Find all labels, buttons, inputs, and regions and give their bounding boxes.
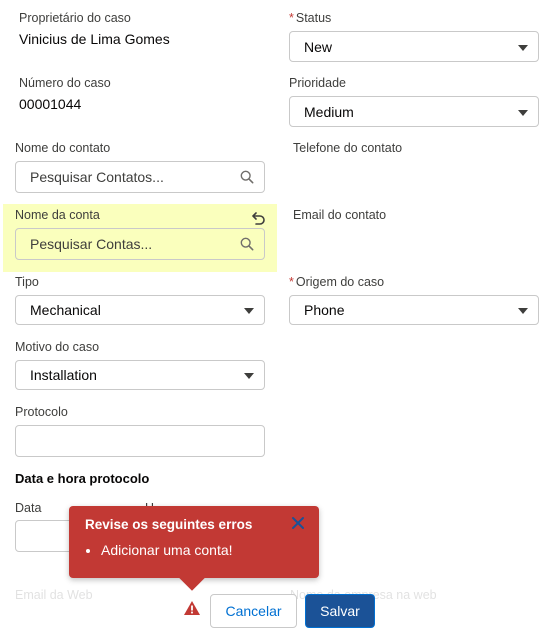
error-popover-title: Revise os seguintes erros	[85, 517, 253, 532]
case-reason-select-value: Installation	[30, 367, 97, 383]
priority-label: Prioridade	[289, 76, 346, 90]
case-origin-select[interactable]: Phone	[289, 295, 539, 325]
case-number-label: Número do caso	[19, 76, 111, 90]
close-icon[interactable]	[291, 516, 305, 530]
case-reason-label: Motivo do caso	[15, 340, 100, 354]
contact-email-label: Email do contato	[293, 208, 387, 222]
date-label: Data	[15, 501, 42, 515]
popover-nub	[179, 565, 205, 591]
date-input[interactable]	[15, 520, 75, 552]
warning-icon[interactable]	[183, 600, 201, 616]
priority-select-value: Medium	[304, 103, 354, 120]
error-list: Adicionar uma conta!	[85, 542, 233, 558]
account-search-input[interactable]: Pesquisar Contas...	[15, 228, 265, 260]
owner-value: Vinicius de Lima Gomes	[19, 31, 170, 47]
contact-search-placeholder: Pesquisar Contatos...	[30, 169, 164, 185]
chevron-down-icon	[518, 44, 528, 51]
status-label: * Status	[289, 11, 332, 25]
error-popover: Revise os seguintes erros Adicionar uma …	[69, 506, 319, 591]
protocol-input[interactable]	[15, 425, 265, 457]
error-item: Adicionar uma conta!	[101, 542, 233, 558]
chevron-down-icon	[244, 308, 254, 314]
account-name-label: Nome da conta	[15, 208, 100, 222]
type-label: Tipo	[15, 275, 39, 289]
status-select-value: New	[304, 38, 333, 55]
chevron-down-icon	[518, 109, 528, 116]
account-search-placeholder: Pesquisar Contas...	[30, 236, 153, 252]
case-reason-select[interactable]: Installation	[15, 360, 265, 390]
contact-name-label: Nome do contato	[15, 141, 111, 155]
search-icon	[240, 237, 254, 251]
case-origin-label: * Origem do caso	[289, 275, 385, 289]
search-icon	[240, 170, 254, 184]
type-select-value: Mechanical	[30, 302, 101, 318]
owner-label: Proprietário do caso	[19, 11, 131, 25]
cancel-button[interactable]: Cancelar	[210, 594, 297, 628]
web-email-label: Email da Web	[15, 588, 93, 602]
undo-icon[interactable]	[250, 211, 266, 227]
datetime-section-title: Data e hora protocolo	[15, 471, 150, 486]
type-select[interactable]: Mechanical	[15, 295, 265, 325]
required-marker: *	[289, 275, 294, 289]
required-marker: *	[289, 11, 294, 25]
case-number-value: 00001044	[19, 96, 82, 112]
chevron-down-icon	[518, 308, 528, 314]
priority-select[interactable]: Medium	[289, 96, 539, 127]
status-select[interactable]: New	[289, 31, 539, 62]
contact-phone-label: Telefone do contato	[293, 141, 403, 155]
save-button[interactable]: Salvar	[305, 594, 375, 628]
protocol-label: Protocolo	[15, 405, 68, 419]
case-origin-select-value: Phone	[304, 302, 345, 318]
contact-search-input[interactable]: Pesquisar Contatos...	[15, 161, 265, 193]
chevron-down-icon	[244, 373, 254, 379]
